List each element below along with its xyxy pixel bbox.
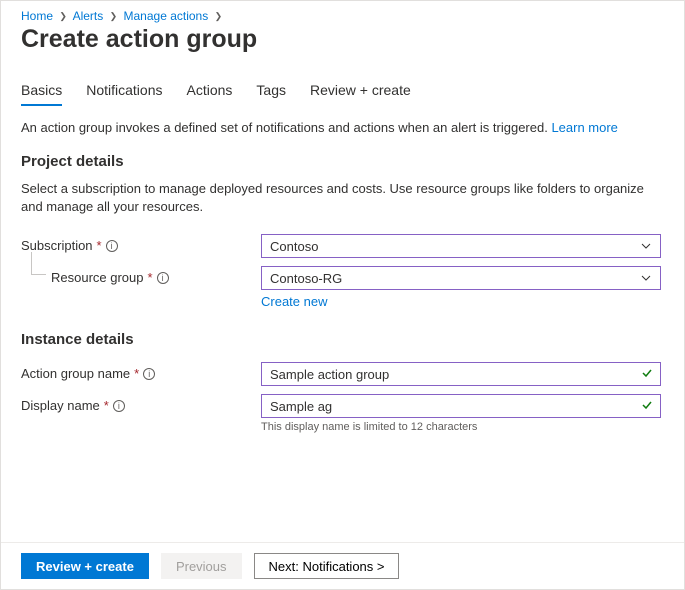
- project-details-desc: Select a subscription to manage deployed…: [21, 180, 664, 216]
- intro-text: An action group invokes a defined set of…: [21, 120, 664, 135]
- breadcrumb-manage-actions[interactable]: Manage actions: [124, 9, 209, 23]
- footer-bar: Review + create Previous Next: Notificat…: [1, 542, 684, 589]
- breadcrumb-alerts[interactable]: Alerts: [73, 9, 104, 23]
- subscription-value: Contoso: [270, 239, 318, 254]
- instance-details-heading: Instance details: [21, 331, 664, 348]
- subscription-select[interactable]: Contoso: [261, 234, 661, 258]
- check-icon: [640, 366, 654, 380]
- previous-button: Previous: [161, 553, 242, 579]
- intro-body: An action group invokes a defined set of…: [21, 120, 551, 135]
- chevron-down-icon: [640, 272, 652, 284]
- resource-group-select[interactable]: Contoso-RG: [261, 266, 661, 290]
- display-name-helper: This display name is limited to 12 chara…: [261, 421, 661, 433]
- breadcrumb-home[interactable]: Home: [21, 9, 53, 23]
- tab-bar: Basics Notifications Actions Tags Review…: [21, 82, 664, 106]
- chevron-right-icon: ❯: [59, 11, 67, 22]
- resource-group-label-text: Resource group: [51, 270, 144, 285]
- chevron-down-icon: [640, 240, 652, 252]
- next-button[interactable]: Next: Notifications >: [254, 553, 400, 579]
- project-details-heading: Project details: [21, 153, 664, 170]
- required-indicator: *: [134, 366, 139, 381]
- subscription-label-text: Subscription: [21, 238, 93, 253]
- required-indicator: *: [148, 270, 153, 285]
- required-indicator: *: [104, 398, 109, 413]
- breadcrumb: Home ❯ Alerts ❯ Manage actions ❯: [21, 9, 664, 23]
- resource-group-label: Resource group * i: [21, 266, 261, 285]
- info-icon[interactable]: i: [143, 368, 155, 380]
- info-icon[interactable]: i: [106, 240, 118, 252]
- action-group-name-label: Action group name * i: [21, 362, 261, 381]
- action-group-name-input[interactable]: Sample action group: [261, 362, 661, 386]
- page-title: Create action group: [21, 25, 664, 54]
- subscription-label: Subscription * i: [21, 234, 261, 253]
- tab-review-create[interactable]: Review + create: [310, 82, 411, 106]
- review-create-button[interactable]: Review + create: [21, 553, 149, 579]
- action-group-name-value: Sample action group: [270, 367, 389, 382]
- info-icon[interactable]: i: [157, 272, 169, 284]
- action-group-name-label-text: Action group name: [21, 366, 130, 381]
- display-name-label: Display name * i: [21, 394, 261, 413]
- tab-basics[interactable]: Basics: [21, 82, 62, 106]
- info-icon[interactable]: i: [113, 400, 125, 412]
- display-name-value: Sample ag: [270, 399, 332, 414]
- resource-group-value: Contoso-RG: [270, 271, 342, 286]
- tab-tags[interactable]: Tags: [256, 82, 286, 106]
- check-icon: [640, 398, 654, 412]
- required-indicator: *: [97, 238, 102, 253]
- display-name-label-text: Display name: [21, 398, 100, 413]
- tab-notifications[interactable]: Notifications: [86, 82, 162, 106]
- display-name-input[interactable]: Sample ag: [261, 394, 661, 418]
- chevron-right-icon: ❯: [215, 11, 223, 22]
- create-new-link[interactable]: Create new: [261, 294, 327, 309]
- chevron-right-icon: ❯: [110, 11, 118, 22]
- learn-more-link[interactable]: Learn more: [551, 120, 617, 135]
- tab-actions[interactable]: Actions: [187, 82, 233, 106]
